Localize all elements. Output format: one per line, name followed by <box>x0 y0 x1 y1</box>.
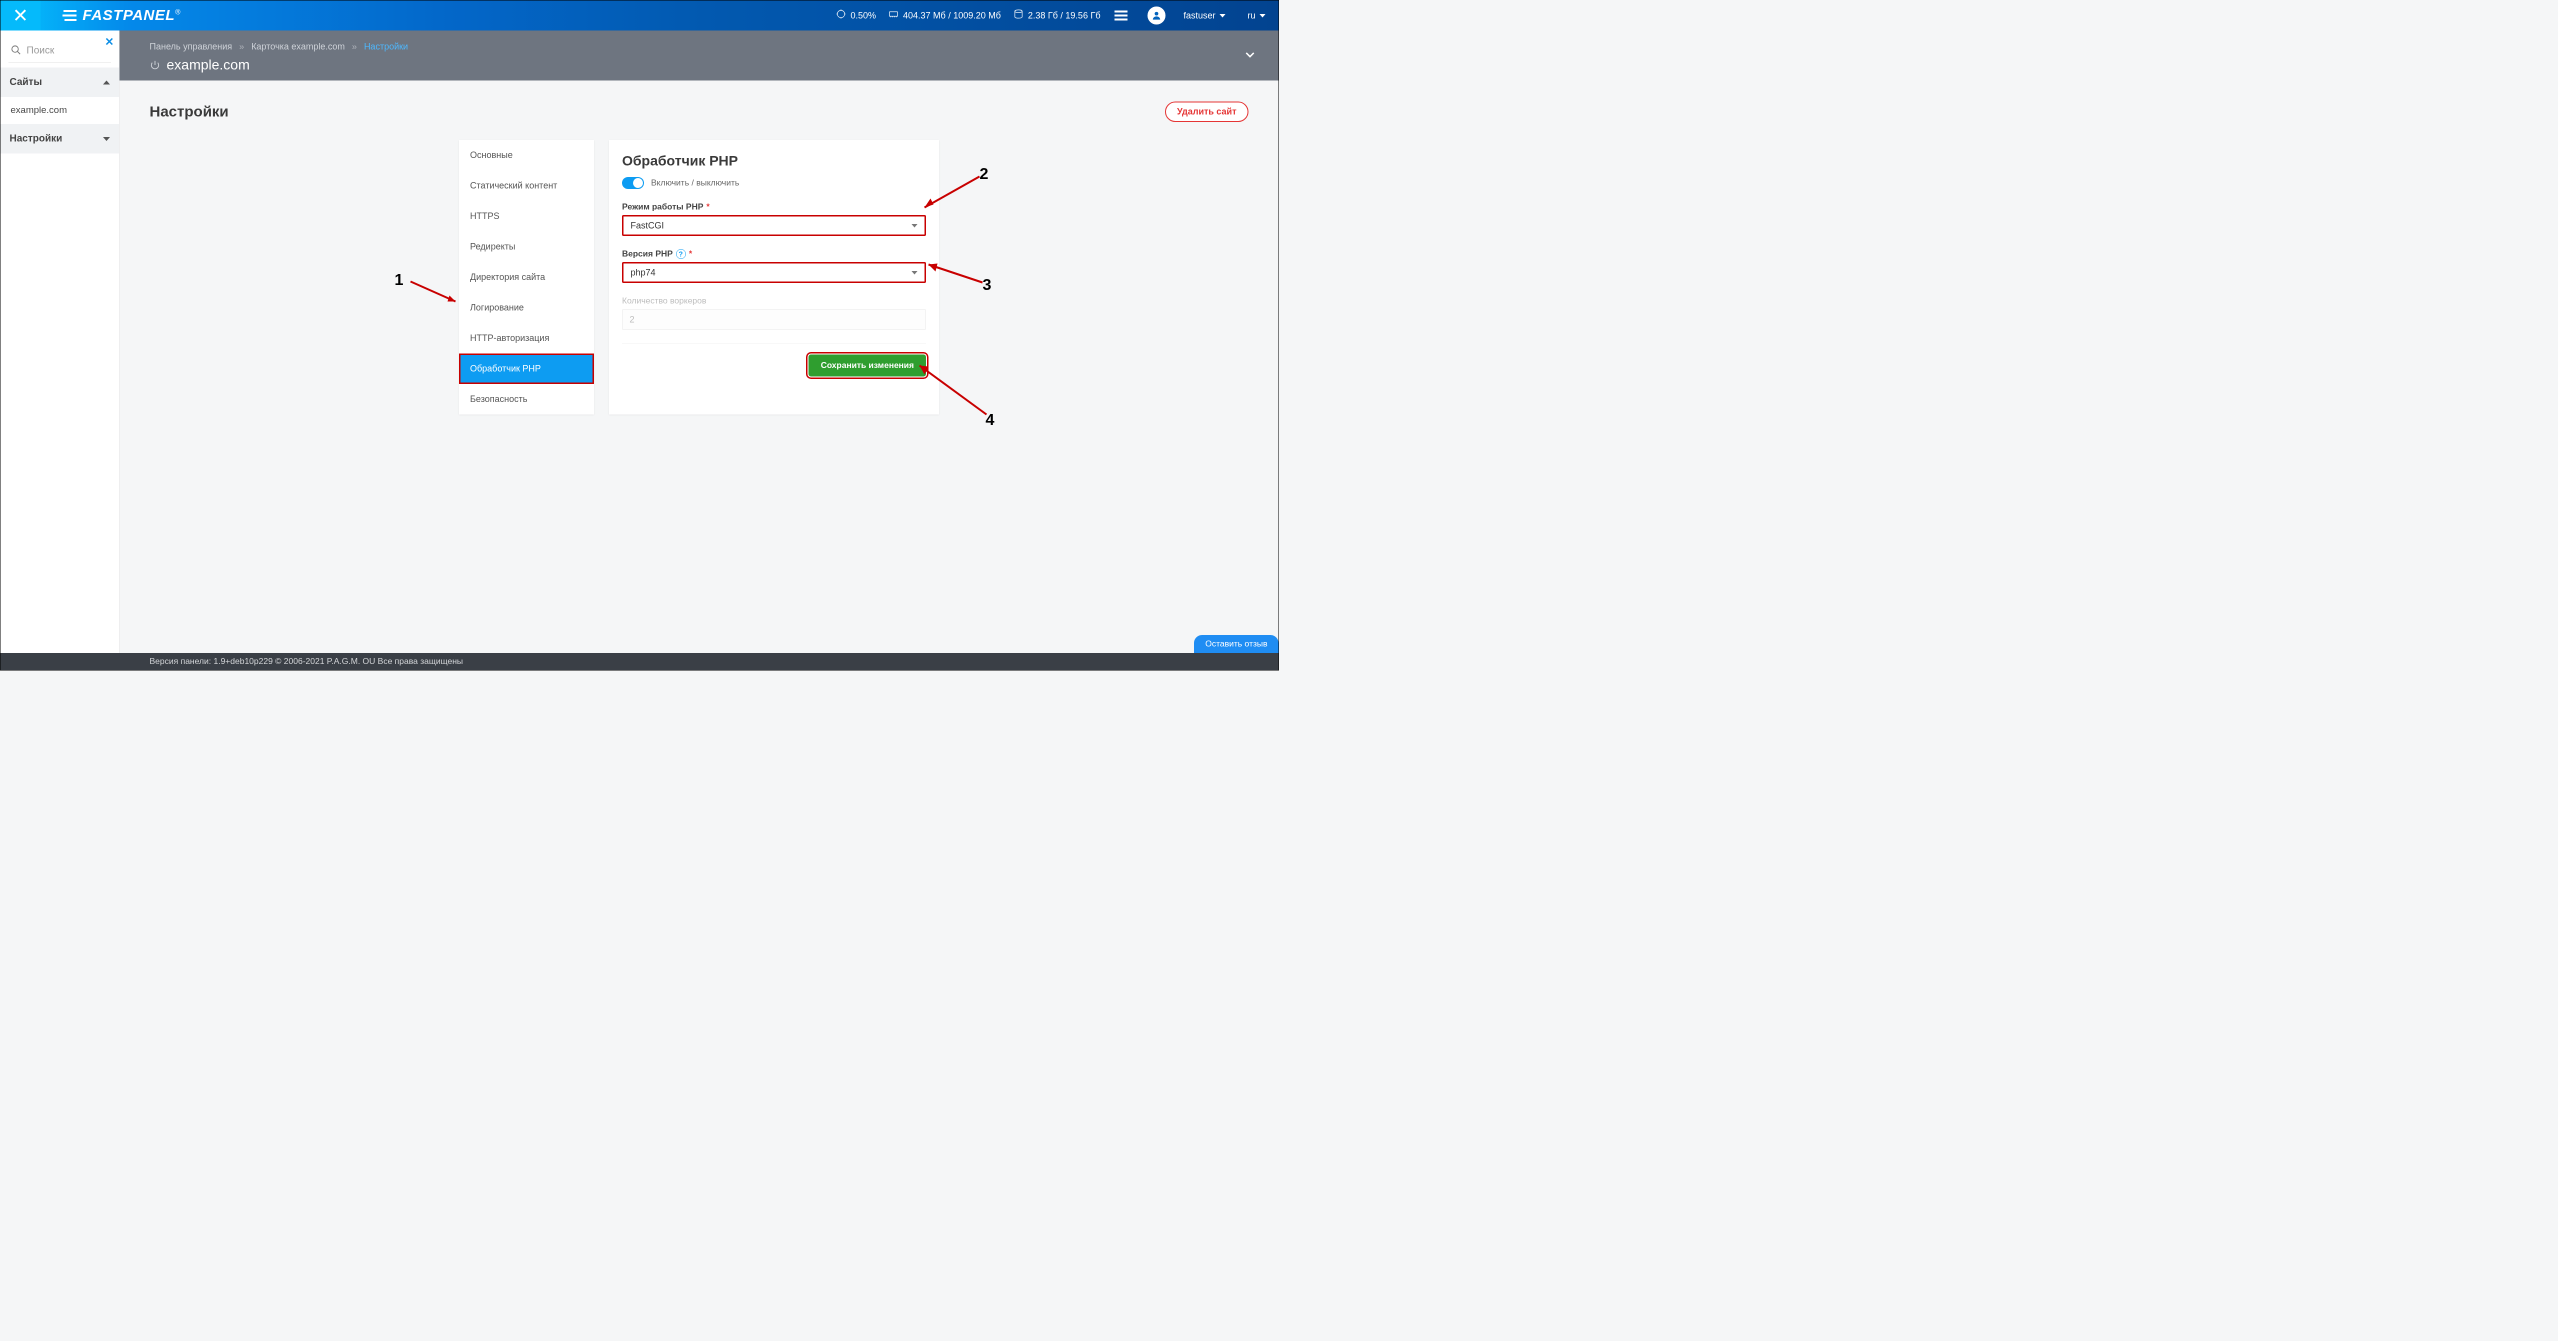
breadcrumb-item[interactable]: Панель управления <box>150 41 233 52</box>
help-icon[interactable]: ? <box>676 249 686 259</box>
php-version-value: php74 <box>631 267 656 278</box>
logo[interactable]: FASTPANEL® <box>63 1 181 31</box>
breadcrumb-sep: » <box>352 41 357 52</box>
settings-tabs: Основные Статический контент HTTPS Редир… <box>459 140 594 415</box>
php-version-select[interactable]: php74 <box>622 262 926 283</box>
php-version-label: Версия PHP ? * <box>622 249 926 259</box>
avatar[interactable] <box>1147 7 1165 25</box>
user-name: fastuser <box>1183 10 1215 21</box>
cpu-stat[interactable]: 0.50% <box>835 9 876 23</box>
disk-icon <box>1013 9 1024 23</box>
ram-icon <box>888 9 899 23</box>
top-stats: 0.50% 404.37 Мб / 1009.20 Мб 2.38 Гб / 1… <box>835 7 1265 25</box>
subheader: Панель управления » Карточка example.com… <box>120 31 1279 81</box>
sidebar-close-icon[interactable]: ✕ <box>105 36 114 49</box>
search-field[interactable] <box>9 43 112 63</box>
disk-value: 2.38 Гб / 19.56 Гб <box>1028 10 1101 21</box>
cpu-icon <box>835 9 846 23</box>
caret-down-icon <box>1260 14 1266 18</box>
nav-group-label: Сайты <box>10 77 42 89</box>
footer: Версия панели: 1.9+deb10p229 © 2006-2021… <box>1 653 1279 670</box>
topbar: ✕ FASTPANEL® 0.50% 404.37 Мб / 1009.20 М… <box>1 1 1279 31</box>
disk-stat[interactable]: 2.38 Гб / 19.56 Гб <box>1013 9 1101 23</box>
sidebar: ✕ Сайты example.com Настройки <box>1 31 120 654</box>
chevron-up-icon <box>103 80 110 84</box>
tab-http-auth[interactable]: HTTP-авторизация <box>459 323 594 354</box>
main: Панель управления » Карточка example.com… <box>120 31 1279 654</box>
breadcrumb-item-active: Настройки <box>364 41 408 52</box>
tab-site-dir[interactable]: Директория сайта <box>459 262 594 293</box>
dropdown-icon <box>912 224 918 228</box>
ram-value: 404.37 Мб / 1009.20 Мб <box>903 10 1001 21</box>
user-dropdown[interactable]: fastuser <box>1183 10 1225 21</box>
tab-static[interactable]: Статический контент <box>459 171 594 202</box>
menu-collapse-button[interactable]: ✕ <box>1 1 41 31</box>
breadcrumb-sep: » <box>239 41 244 52</box>
save-button[interactable]: Сохранить изменения <box>809 355 926 377</box>
tab-general[interactable]: Основные <box>459 140 594 171</box>
workers-input <box>622 309 926 330</box>
site-title: example.com <box>167 57 250 73</box>
form-title: Обработчик PHP <box>622 153 926 169</box>
apps-menu-button[interactable] <box>1112 10 1129 22</box>
lang-dropdown[interactable]: ru <box>1247 10 1265 21</box>
breadcrumb: Панель управления » Карточка example.com… <box>150 41 1249 52</box>
ram-stat[interactable]: 404.37 Мб / 1009.20 Мб <box>888 9 1001 23</box>
expand-subheader-button[interactable] <box>1243 47 1258 64</box>
tab-php-handler[interactable]: Обработчик PHP <box>459 354 594 385</box>
breadcrumb-item[interactable]: Карточка example.com <box>251 41 345 52</box>
php-mode-select[interactable]: FastCGI <box>622 215 926 236</box>
power-icon <box>150 59 161 70</box>
logo-text: FASTPANEL® <box>83 7 181 24</box>
logo-bars-icon <box>63 10 77 21</box>
workers-label: Количество воркеров <box>622 296 926 306</box>
content-area: Настройки Удалить сайт Основные Статичес… <box>120 81 1279 654</box>
nav-group-sites[interactable]: Сайты <box>1 68 120 98</box>
footer-text: Версия панели: 1.9+deb10p229 © 2006-2021… <box>150 657 464 667</box>
cpu-value: 0.50% <box>850 10 876 21</box>
tab-https[interactable]: HTTPS <box>459 201 594 232</box>
php-mode-label: Режим работы PHP * <box>622 202 926 212</box>
php-mode-value: FastCGI <box>631 220 665 231</box>
nav-item-example-com[interactable]: example.com <box>1 97 120 124</box>
page-title: Настройки <box>150 103 229 120</box>
tab-security[interactable]: Безопасность <box>459 384 594 415</box>
search-icon <box>11 45 22 58</box>
chevron-down-icon <box>103 137 110 141</box>
tab-redirects[interactable]: Редиректы <box>459 232 594 263</box>
tab-logging[interactable]: Логирование <box>459 293 594 324</box>
nav-group-settings[interactable]: Настройки <box>1 124 120 154</box>
delete-site-button[interactable]: Удалить сайт <box>1165 102 1249 123</box>
dropdown-icon <box>912 271 918 275</box>
caret-down-icon <box>1219 14 1225 18</box>
feedback-button[interactable]: Оставить отзыв <box>1194 635 1278 653</box>
lang-value: ru <box>1247 10 1255 21</box>
php-handler-form: Обработчик PHP Включить / выключить Режи… <box>609 140 939 415</box>
nav-group-label: Настройки <box>10 133 63 145</box>
enable-toggle[interactable] <box>622 177 644 189</box>
toggle-label: Включить / выключить <box>651 178 739 188</box>
search-input[interactable] <box>27 45 110 57</box>
